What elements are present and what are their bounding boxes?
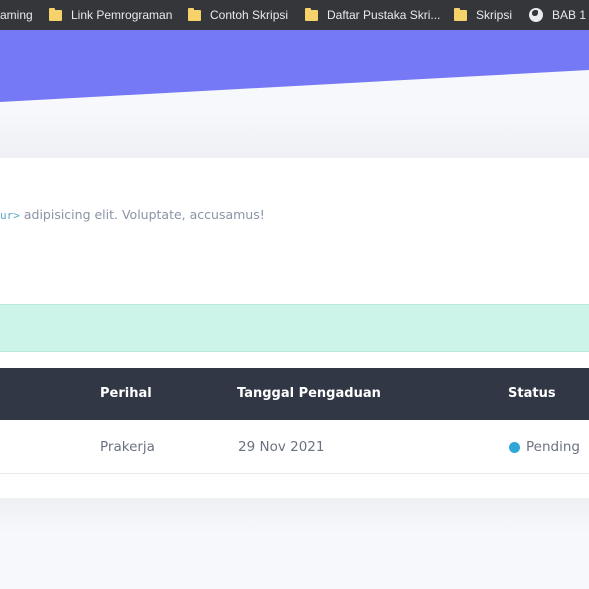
hero-shape bbox=[0, 30, 589, 102]
cell-tanggal: 29 Nov 2021 bbox=[238, 439, 325, 455]
folder-icon bbox=[49, 7, 62, 21]
status-label: Pending bbox=[526, 439, 580, 455]
intro-code-fragment: ur> bbox=[0, 209, 20, 222]
cell-perihal: Prakerja bbox=[100, 439, 155, 455]
table-row[interactable]: Prakerja 29 Nov 2021 Pending bbox=[0, 420, 589, 474]
bookmark-label: Contoh Skripsi bbox=[210, 8, 289, 22]
table-header: Perihal Tanggal Pengaduan Status bbox=[0, 368, 589, 420]
bookmark-label: Link Pemrograman bbox=[71, 8, 173, 22]
header-perihal: Perihal bbox=[100, 386, 152, 401]
header-tanggal-pengaduan: Tanggal Pengaduan bbox=[237, 386, 381, 401]
intro-body: adipisicing elit. Voluptate, accusamus! bbox=[19, 207, 265, 222]
bookmark-label: Skripsi bbox=[476, 8, 513, 22]
status-badge: Pending bbox=[509, 420, 580, 474]
bookmark-link-pemrograman[interactable]: Link Pemrograman bbox=[49, 0, 172, 30]
folder-icon bbox=[188, 7, 201, 21]
globe-icon bbox=[529, 8, 543, 22]
header-status: Status bbox=[508, 386, 556, 401]
folder-icon bbox=[305, 7, 318, 21]
bookmark-label: aming bbox=[0, 8, 33, 22]
bookmarks-bar: aming Link Pemrograman Contoh Skripsi Da… bbox=[0, 0, 589, 30]
bookmark-contoh-skripsi[interactable]: Contoh Skripsi bbox=[188, 0, 288, 30]
bookmark-label: BAB 1 P bbox=[552, 8, 589, 22]
hero-banner bbox=[0, 30, 589, 160]
intro-text: ur> adipisicing elit. Voluptate, accusam… bbox=[0, 207, 265, 222]
bookmark-label: Daftar Pustaka Skri... bbox=[327, 8, 441, 22]
bookmark-bab-1[interactable]: BAB 1 P bbox=[529, 0, 589, 30]
status-dot-icon bbox=[509, 441, 520, 453]
bookmark-item-partial[interactable]: aming bbox=[0, 0, 33, 30]
alert-banner bbox=[0, 304, 589, 352]
bookmark-skripsi[interactable]: Skripsi bbox=[454, 0, 512, 30]
bookmark-daftar-pustaka[interactable]: Daftar Pustaka Skri... bbox=[305, 0, 440, 30]
folder-icon bbox=[454, 7, 467, 21]
page-footer-area bbox=[0, 498, 589, 589]
